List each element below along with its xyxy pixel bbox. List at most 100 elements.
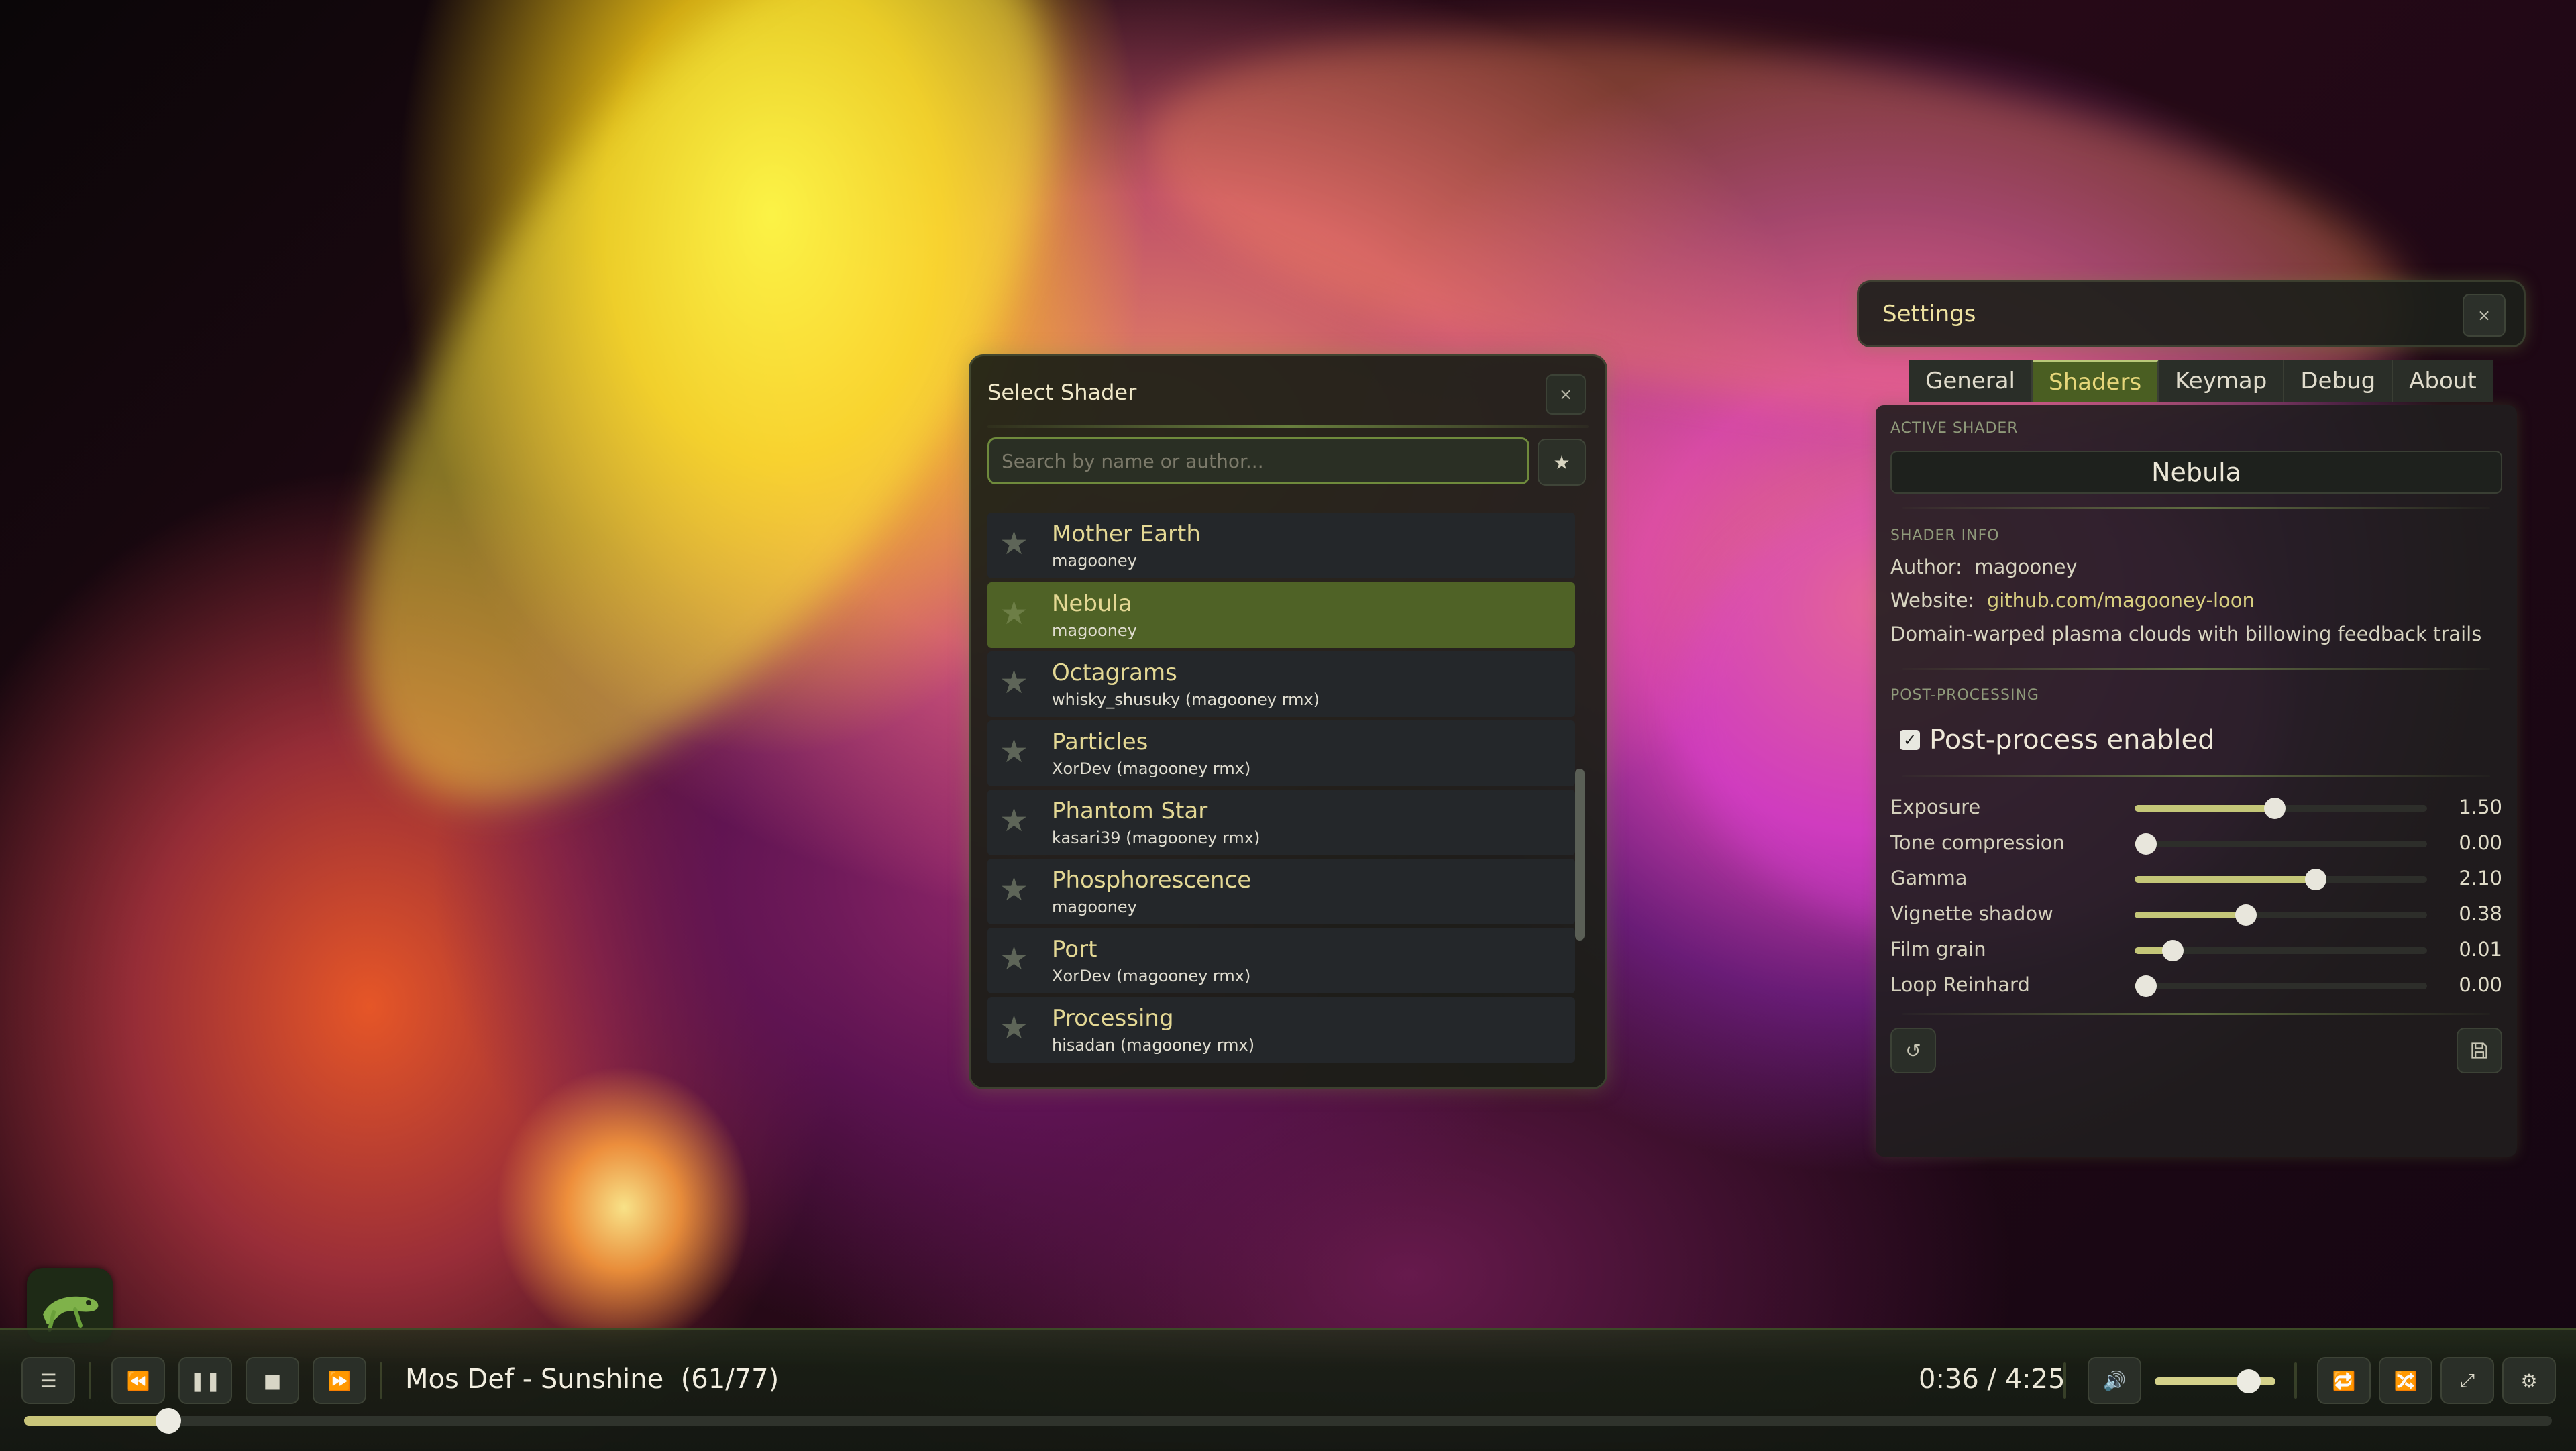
stop-icon: ■ (263, 1369, 282, 1392)
slider-tone-compression[interactable]: Tone compression 0.00 (1890, 828, 2502, 855)
shader-search-input[interactable] (987, 437, 1529, 484)
slider-loop-reinhard[interactable]: Loop Reinhard 0.00 (1890, 971, 2502, 998)
post-processing-section-label: POST-PROCESSING (1890, 687, 2039, 704)
settings-button[interactable]: ⚙ (2502, 1357, 2556, 1404)
reset-button[interactable]: ↺ (1890, 1028, 1936, 1073)
rewind-button[interactable]: ⏪ (111, 1357, 165, 1404)
save-button[interactable] (2457, 1028, 2502, 1073)
playlist-button[interactable]: ☰ (21, 1357, 75, 1404)
shuffle-button[interactable]: 🔀 (2379, 1357, 2432, 1404)
tab-general[interactable]: General (1909, 360, 2033, 402)
slider-label: Gamma (1890, 867, 1968, 890)
close-icon: × (2477, 306, 2491, 325)
favorite-star-icon[interactable]: ★ (1000, 527, 1028, 559)
shader-list-item[interactable]: ★ Port XorDev (magooney rmx) (987, 928, 1575, 993)
shader-name: Nebula (1052, 590, 1132, 617)
shader-list-item[interactable]: ★ Particles XorDev (magooney rmx) (987, 720, 1575, 786)
favorite-star-icon[interactable]: ★ (1000, 943, 1028, 975)
shader-info-section-label: SHADER INFO (1890, 527, 2000, 544)
slider-value: 0.00 (2459, 973, 2502, 996)
website-link[interactable]: github.com/magooney-loon (1987, 589, 2255, 612)
favorite-star-icon[interactable]: ★ (1000, 873, 1028, 906)
settings-tabs: General Shaders Keymap Debug About (1909, 360, 2493, 402)
slider-handle[interactable] (2162, 940, 2184, 961)
slider-handle[interactable] (2135, 833, 2157, 855)
shader-list-item[interactable]: ★ Processing hisadan (magooney rmx) (987, 997, 1575, 1063)
slider-handle[interactable] (2235, 904, 2257, 926)
favorite-star-icon[interactable]: ★ (1000, 597, 1028, 629)
repeat-button[interactable]: 🔁 (2317, 1357, 2371, 1404)
close-shader-picker-button[interactable]: × (1546, 374, 1586, 415)
volume-handle[interactable] (2237, 1369, 2261, 1393)
slider-gamma[interactable]: Gamma 2.10 (1890, 864, 2502, 891)
tab-shaders[interactable]: Shaders (2033, 360, 2159, 402)
slider-track[interactable] (2135, 975, 2427, 997)
reset-icon: ↺ (1905, 1039, 1921, 1062)
stop-button[interactable]: ■ (246, 1357, 299, 1404)
shader-name: Port (1052, 936, 1097, 963)
close-settings-button[interactable]: × (2463, 294, 2506, 337)
author-value: magooney (1974, 555, 2078, 578)
favorite-star-icon[interactable]: ★ (1000, 804, 1028, 837)
shader-list-item-active[interactable]: ★ Nebula magooney (987, 582, 1575, 648)
pause-icon: ❚❚ (189, 1369, 221, 1392)
slider-track[interactable] (2135, 833, 2427, 855)
slider-value: 1.50 (2459, 796, 2502, 818)
shader-name: Mother Earth (1052, 521, 1201, 547)
shader-list-item[interactable]: ★ Phosphorescence magooney (987, 859, 1575, 924)
fast-forward-button[interactable]: ⏩ (313, 1357, 366, 1404)
tab-debug[interactable]: Debug (2284, 360, 2394, 402)
seek-handle[interactable] (156, 1408, 181, 1434)
seek-bar[interactable] (24, 1408, 2552, 1434)
slider-fill (2135, 912, 2246, 918)
shader-author: XorDev (magooney rmx) (1052, 759, 1251, 778)
shader-list-item[interactable]: ★ Mother Earth magooney (987, 513, 1575, 578)
shader-list-item[interactable]: ★ Phantom Star kasari39 (magooney rmx) (987, 790, 1575, 855)
slider-label: Vignette shadow (1890, 902, 2053, 925)
settings-title: Settings (1882, 301, 1976, 327)
now-playing: Mos Def - Sunshine (61/77) (405, 1364, 779, 1395)
post-process-toggle[interactable]: ✓ Post-process enabled (1900, 724, 2215, 755)
slider-track[interactable] (2135, 940, 2427, 961)
slider-exposure[interactable]: Exposure 1.50 (1890, 793, 2502, 820)
divider (1902, 775, 2490, 777)
shader-website-line: Website: github.com/magooney-loon (1890, 589, 2255, 612)
shader-list-scrollbar[interactable] (1575, 769, 1585, 941)
slider-track[interactable] (2135, 904, 2427, 926)
slider-value: 0.38 (2459, 902, 2502, 925)
slider-handle[interactable] (2135, 975, 2157, 997)
favorite-star-icon[interactable]: ★ (1000, 1012, 1028, 1044)
slider-handle[interactable] (2264, 798, 2286, 819)
separator (380, 1362, 382, 1399)
slider-handle[interactable] (2305, 869, 2326, 890)
tab-about[interactable]: About (2393, 360, 2493, 402)
settings-gear-icon: ⚙ (2520, 1369, 2538, 1392)
website-label: Website: (1890, 589, 1975, 612)
post-process-checkbox[interactable]: ✓ (1900, 730, 1920, 750)
fast-forward-icon: ⏩ (327, 1369, 352, 1392)
divider (1902, 668, 2490, 670)
slider-vignette-shadow[interactable]: Vignette shadow 0.38 (1890, 900, 2502, 926)
slider-label: Film grain (1890, 938, 1986, 961)
separator (89, 1362, 91, 1399)
shader-list-item[interactable]: ★ Octagrams whisky_shusuky (magooney rmx… (987, 651, 1575, 717)
slider-fill (2135, 805, 2275, 812)
shader-name: Particles (1052, 729, 1148, 755)
playlist-icon: ☰ (40, 1369, 57, 1392)
slider-track[interactable] (2135, 798, 2427, 819)
pause-button[interactable]: ❚❚ (178, 1357, 232, 1404)
volume-slider[interactable] (2155, 1369, 2275, 1393)
shader-author-line: Author: magooney (1890, 555, 2078, 578)
track-title: Mos Def - Sunshine (405, 1364, 664, 1395)
fullscreen-button[interactable]: ⤢ (2440, 1357, 2494, 1404)
favorite-star-icon[interactable]: ★ (1000, 735, 1028, 767)
slider-track[interactable] (2135, 869, 2427, 890)
favorite-star-icon[interactable]: ★ (1000, 666, 1028, 698)
active-shader-name: Nebula (1890, 451, 2502, 494)
slider-film-grain[interactable]: Film grain 0.01 (1890, 935, 2502, 962)
volume-button[interactable]: 🔊 (2088, 1357, 2141, 1404)
select-shader-title: Select Shader (987, 380, 1137, 405)
favorites-filter-button[interactable]: ★ (1538, 439, 1586, 486)
divider (987, 425, 1589, 428)
tab-keymap[interactable]: Keymap (2159, 360, 2285, 402)
